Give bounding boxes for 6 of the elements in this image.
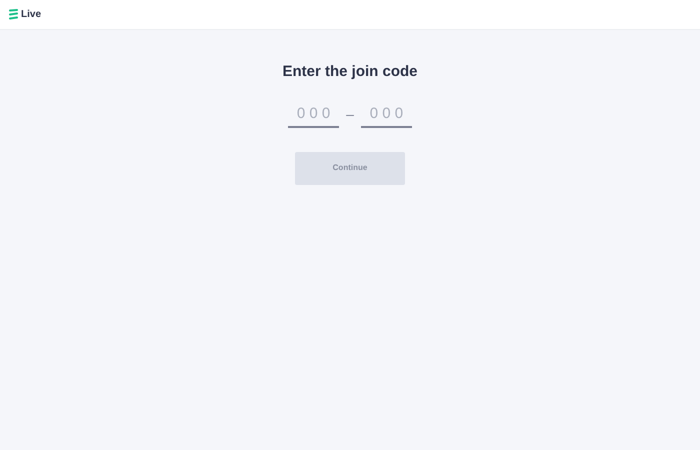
page-title: Enter the join code <box>282 62 418 82</box>
logo-icon <box>9 9 18 20</box>
brand-name: Live <box>21 8 42 22</box>
code-separator: – <box>345 105 355 124</box>
code-field[interactable]: 0 0 0 <box>360 102 412 128</box>
code-field[interactable]: 0 0 0 <box>288 102 340 128</box>
